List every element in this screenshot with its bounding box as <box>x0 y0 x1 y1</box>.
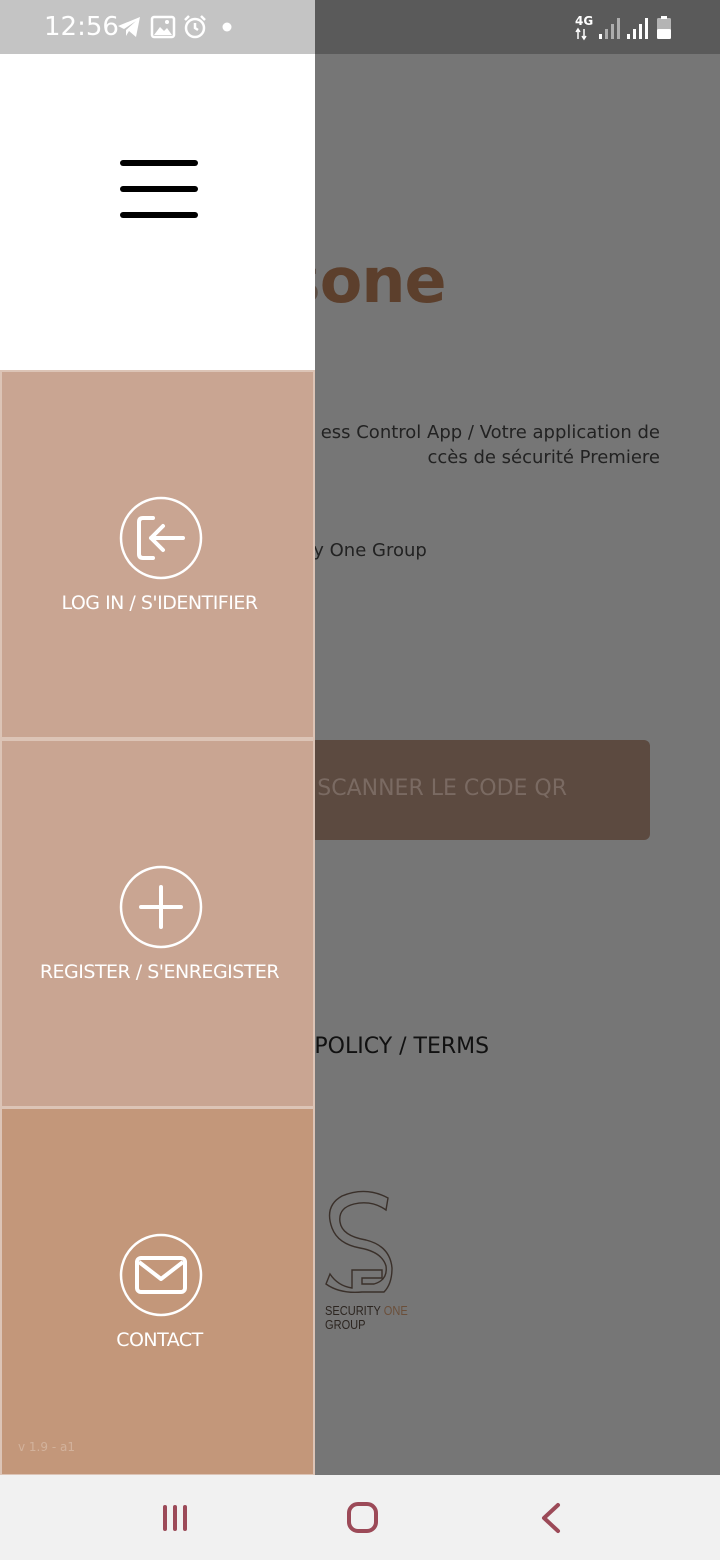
mail-icon <box>119 1233 203 1317</box>
app-logo-bold: one <box>319 244 447 317</box>
dot-icon <box>222 22 232 32</box>
back-icon <box>542 1503 560 1533</box>
battery-icon <box>657 16 671 39</box>
home-button[interactable] <box>332 1493 392 1543</box>
login-icon <box>119 496 203 580</box>
plus-icon <box>119 865 203 949</box>
drawer-header <box>0 54 315 370</box>
hamburger-icon <box>120 160 198 218</box>
contact-tile[interactable]: CONTACT v 1.9 - a1 <box>0 1107 315 1476</box>
recent-apps-button[interactable] <box>146 1493 206 1543</box>
system-nav-bar <box>0 1475 720 1560</box>
scan-qr-button-label: / SCANNER LE CODE QR <box>302 776 567 801</box>
app-version: v 1.9 - a1 <box>18 1440 75 1454</box>
signal-icon <box>627 18 648 39</box>
register-label: REGISTER / S'ENREGISTER <box>39 961 280 983</box>
navigation-drawer: LOG IN / S'IDENTIFIER REGISTER / S'ENREG… <box>0 54 315 1476</box>
home-icon <box>347 1502 378 1533</box>
login-label: LOG IN / S'IDENTIFIER <box>61 592 258 614</box>
alarm-icon <box>184 15 206 39</box>
back-button[interactable] <box>522 1493 582 1543</box>
security-one-wordmark: SECURITY ONE GROUP <box>325 1304 408 1332</box>
recent-apps-icon <box>163 1505 187 1531</box>
status-time: 12:56 <box>44 12 119 42</box>
telegram-icon <box>118 17 140 37</box>
signal-battery-icons: 4G <box>575 14 671 41</box>
contact-label: CONTACT <box>116 1329 203 1351</box>
signal-icon <box>599 18 620 39</box>
wordmark-security: SECURITY <box>325 1303 381 1318</box>
status-bar-right: 4G <box>575 12 680 42</box>
network-4g-icon: 4G <box>575 14 593 28</box>
gallery-icon <box>150 15 176 39</box>
wordmark-one: ONE <box>383 1303 408 1318</box>
login-tile[interactable]: LOG IN / S'IDENTIFIER <box>0 370 315 739</box>
policy-terms-link[interactable]: / POLICY / TERMS <box>300 1034 489 1059</box>
menu-button[interactable] <box>114 154 204 224</box>
wordmark-group: GROUP <box>325 1317 366 1332</box>
register-tile[interactable]: REGISTER / S'ENREGISTER <box>0 739 315 1108</box>
status-bar-left: 12:56 <box>0 0 315 54</box>
status-bar: 12:56 4G <box>0 0 720 54</box>
